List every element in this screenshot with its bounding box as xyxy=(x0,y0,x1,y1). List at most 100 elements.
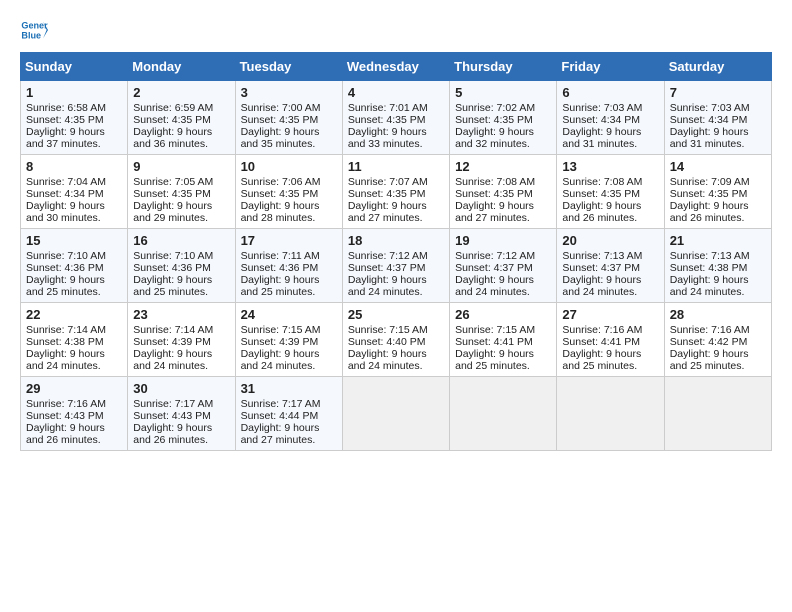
day-info: Sunrise: 7:03 AM xyxy=(562,102,658,114)
day-info: and 26 minutes. xyxy=(562,212,658,224)
day-info: Sunset: 4:35 PM xyxy=(26,114,122,126)
calendar-cell xyxy=(557,377,664,451)
calendar-cell: 22Sunrise: 7:14 AMSunset: 4:38 PMDayligh… xyxy=(21,303,128,377)
header: General Blue xyxy=(20,16,772,44)
day-info: and 25 minutes. xyxy=(241,286,337,298)
day-info: Sunrise: 7:10 AM xyxy=(133,250,229,262)
calendar-cell: 26Sunrise: 7:15 AMSunset: 4:41 PMDayligh… xyxy=(450,303,557,377)
day-info: Daylight: 9 hours xyxy=(670,274,766,286)
day-info: Sunrise: 7:00 AM xyxy=(241,102,337,114)
day-info: Sunrise: 7:08 AM xyxy=(562,176,658,188)
day-number: 19 xyxy=(455,233,551,248)
day-info: Sunset: 4:41 PM xyxy=(455,336,551,348)
day-info: Sunrise: 7:02 AM xyxy=(455,102,551,114)
col-header-monday: Monday xyxy=(128,53,235,81)
day-info: Daylight: 9 hours xyxy=(348,274,444,286)
calendar-cell: 12Sunrise: 7:08 AMSunset: 4:35 PMDayligh… xyxy=(450,155,557,229)
day-info: Sunset: 4:35 PM xyxy=(348,188,444,200)
day-info: Sunset: 4:43 PM xyxy=(26,410,122,422)
day-info: and 29 minutes. xyxy=(133,212,229,224)
col-header-wednesday: Wednesday xyxy=(342,53,449,81)
day-info: Daylight: 9 hours xyxy=(670,200,766,212)
calendar-cell: 4Sunrise: 7:01 AMSunset: 4:35 PMDaylight… xyxy=(342,81,449,155)
calendar-cell xyxy=(664,377,771,451)
day-info: Sunrise: 7:12 AM xyxy=(348,250,444,262)
day-info: and 31 minutes. xyxy=(562,138,658,150)
calendar-cell: 14 Sunrise: 7:09 AMSunset: 4:35 PMDayligh… xyxy=(664,155,771,229)
day-info: and 32 minutes. xyxy=(455,138,551,150)
day-info: and 24 minutes. xyxy=(241,360,337,372)
calendar-cell: 15Sunrise: 7:10 AMSunset: 4:36 PMDayligh… xyxy=(21,229,128,303)
day-info: Daylight: 9 hours xyxy=(241,126,337,138)
day-info: and 24 minutes. xyxy=(348,360,444,372)
day-info: and 27 minutes. xyxy=(348,212,444,224)
svg-text:General: General xyxy=(21,21,48,31)
svg-text:Blue: Blue xyxy=(21,30,41,40)
day-info: Sunrise: 7:04 AM xyxy=(26,176,122,188)
day-info: Sunset: 4:35 PM xyxy=(133,188,229,200)
calendar-cell: 31Sunrise: 7:17 AMSunset: 4:44 PMDayligh… xyxy=(235,377,342,451)
calendar-cell: 27Sunrise: 7:16 AMSunset: 4:41 PMDayligh… xyxy=(557,303,664,377)
day-info: Sunset: 4:35 PM xyxy=(455,114,551,126)
day-info: Sunset: 4:40 PM xyxy=(348,336,444,348)
day-info: Sunrise: 7:03 AM xyxy=(670,102,766,114)
day-info: Daylight: 9 hours xyxy=(26,274,122,286)
day-info: Sunrise: 7:05 AM xyxy=(133,176,229,188)
calendar-cell: 9Sunrise: 7:05 AMSunset: 4:35 PMDaylight… xyxy=(128,155,235,229)
day-number: 14 xyxy=(670,159,766,174)
day-info: Daylight: 9 hours xyxy=(241,348,337,360)
day-info: Sunset: 4:34 PM xyxy=(670,114,766,126)
day-number: 12 xyxy=(455,159,551,174)
day-info: and 24 minutes. xyxy=(133,360,229,372)
day-info: Sunset: 4:35 PM xyxy=(455,188,551,200)
calendar-cell: 20Sunrise: 7:13 AMSunset: 4:37 PMDayligh… xyxy=(557,229,664,303)
day-number: 11 xyxy=(348,159,444,174)
day-number: 20 xyxy=(562,233,658,248)
logo: General Blue xyxy=(20,16,52,44)
day-number: 6 xyxy=(562,85,658,100)
day-info: Daylight: 9 hours xyxy=(455,200,551,212)
day-info: and 25 minutes. xyxy=(455,360,551,372)
day-info: and 27 minutes. xyxy=(241,434,337,446)
day-info: Sunset: 4:41 PM xyxy=(562,336,658,348)
day-info: Daylight: 9 hours xyxy=(241,422,337,434)
day-info: and 30 minutes. xyxy=(26,212,122,224)
day-info: Sunrise: 6:59 AM xyxy=(133,102,229,114)
day-info: Sunrise: 7:16 AM xyxy=(670,324,766,336)
calendar-cell: 13Sunrise: 7:08 AMSunset: 4:35 PMDayligh… xyxy=(557,155,664,229)
day-info: Sunrise: 7:10 AM xyxy=(26,250,122,262)
day-info: Daylight: 9 hours xyxy=(562,126,658,138)
day-info: Sunset: 4:43 PM xyxy=(133,410,229,422)
day-info: Sunrise: 7:16 AM xyxy=(26,398,122,410)
day-info: Daylight: 9 hours xyxy=(670,348,766,360)
calendar-cell: 30Sunrise: 7:17 AMSunset: 4:43 PMDayligh… xyxy=(128,377,235,451)
day-info: and 36 minutes. xyxy=(133,138,229,150)
day-info: and 24 minutes. xyxy=(26,360,122,372)
day-info: Daylight: 9 hours xyxy=(348,348,444,360)
day-info: Sunrise: 7:13 AM xyxy=(670,250,766,262)
col-header-tuesday: Tuesday xyxy=(235,53,342,81)
day-info: Sunrise: 6:58 AM xyxy=(26,102,122,114)
day-info: Sunrise: 7:13 AM xyxy=(562,250,658,262)
day-info: Sunrise: 7:14 AM xyxy=(133,324,229,336)
day-info: and 25 minutes. xyxy=(670,360,766,372)
day-number: 23 xyxy=(133,307,229,322)
day-info: Sunset: 4:39 PM xyxy=(241,336,337,348)
col-header-friday: Friday xyxy=(557,53,664,81)
day-info: and 26 minutes. xyxy=(133,434,229,446)
day-info: and 35 minutes. xyxy=(241,138,337,150)
day-info: Sunrise: 7:17 AM xyxy=(133,398,229,410)
col-header-sunday: Sunday xyxy=(21,53,128,81)
day-number: 18 xyxy=(348,233,444,248)
day-info: Daylight: 9 hours xyxy=(26,200,122,212)
day-info: Sunset: 4:35 PM xyxy=(670,188,766,200)
day-number: 13 xyxy=(562,159,658,174)
day-info: Daylight: 9 hours xyxy=(133,200,229,212)
day-info: and 28 minutes. xyxy=(241,212,337,224)
day-info: Sunset: 4:37 PM xyxy=(348,262,444,274)
calendar-cell: 25Sunrise: 7:15 AMSunset: 4:40 PMDayligh… xyxy=(342,303,449,377)
day-info: Sunrise: 7:09 AM xyxy=(670,176,766,188)
day-info: Daylight: 9 hours xyxy=(562,348,658,360)
day-info: and 24 minutes. xyxy=(562,286,658,298)
day-info: Daylight: 9 hours xyxy=(562,200,658,212)
